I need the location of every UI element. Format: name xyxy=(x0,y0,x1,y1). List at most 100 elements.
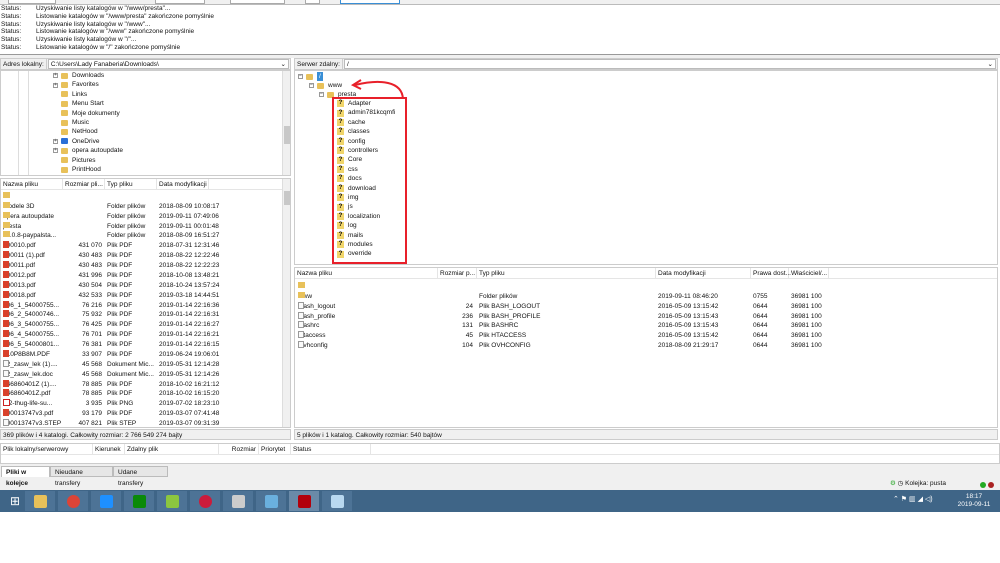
tree-node[interactable]: + OneDrive xyxy=(53,137,99,146)
tree-node[interactable]: ? classes xyxy=(337,127,370,136)
tree-node[interactable]: ? download xyxy=(337,184,376,193)
tab-queue-2[interactable]: Udane transfery xyxy=(113,466,168,487)
column-header[interactable]: Rozmiar pli... xyxy=(63,179,105,190)
column-header[interactable]: Prawa dost... xyxy=(751,268,791,279)
taskbar-coreldraw[interactable] xyxy=(157,491,187,511)
column-header[interactable]: Zdalny plik xyxy=(125,444,219,455)
taskbar-file-explorer[interactable] xyxy=(25,491,55,511)
toolbar-button[interactable] xyxy=(305,0,320,4)
column-header[interactable]: Typ pliku xyxy=(477,268,656,279)
scrollbar[interactable] xyxy=(282,71,290,175)
file-row[interactable]: 010P8B8M.PDF 33 907 Plik PDF 2019-06-24 19:… xyxy=(1,349,282,360)
transfer-queue[interactable]: Plik lokalny/serwerowy Kierunek Zdalny pli… xyxy=(0,443,1000,464)
local-tree[interactable]: + Downloads + Favorites Links Menu Start Moje … xyxy=(0,70,291,176)
expand-icon[interactable] xyxy=(53,120,58,125)
column-header[interactable]: Data modyfikacji xyxy=(157,179,209,190)
taskbar-archive[interactable] xyxy=(223,491,253,511)
file-row[interactable]: presta Folder plików 2019-09-11 00:01:48 xyxy=(1,221,282,232)
file-row[interactable]: .. xyxy=(295,282,997,292)
tree-node[interactable]: ? Core xyxy=(337,155,362,164)
file-row[interactable]: .bash_logout 24 Plik BASH_LOGOUT 2016-05-09… xyxy=(295,301,997,312)
file-row[interactable]: 006_1_54000755... 76 216 Plik PDF 2019-01-1… xyxy=(1,300,282,311)
file-row[interactable]: 006_4_54000755... 76 701 Plik PDF 2019-01-1… xyxy=(1,330,282,340)
file-row[interactable]: 000013.pdf 430 504 Plik PDF 2018-10-24 13:5… xyxy=(1,280,282,291)
file-row[interactable]: .bash_profile 236 Plik BASH_PROFILE 2016-05… xyxy=(295,311,997,322)
remote-file-list[interactable]: Nazwa pliku Rozmiar p... Typ pliku Data mod… xyxy=(294,267,998,428)
remote-tree[interactable]: − / − www − presta ? Adapter? admin781kcqmfi?… xyxy=(294,70,998,265)
file-row[interactable]: opera autoupdate Folder plików 2019-09-11 … xyxy=(1,211,282,222)
toolbar-button[interactable] xyxy=(155,0,205,4)
tree-node[interactable]: ? docs xyxy=(337,174,362,183)
tree-node[interactable]: Moje dokumenty xyxy=(53,109,120,118)
file-row[interactable]: 046860401Z.pdf 78 885 Plik PDF 2018-10-02 1… xyxy=(1,389,282,399)
file-row[interactable]: .bashrc 131 Plik BASHRC 2016-05-09 13:15:43… xyxy=(295,321,997,331)
file-row[interactable]: Modele 3D Folder plików 2018-08-09 10:08:1… xyxy=(1,201,282,212)
tree-node[interactable]: ? Adapter xyxy=(337,99,371,108)
tree-node[interactable]: Links xyxy=(53,90,87,99)
scrollbar[interactable] xyxy=(282,179,290,427)
file-row[interactable]: 006_5_54000801... 76 381 Plik PDF 2019-01-1… xyxy=(1,340,282,350)
tray-icons[interactable]: ⌃ ⚑ ▥ ◢ ◁) xyxy=(893,495,933,503)
expand-icon[interactable]: + xyxy=(53,138,58,144)
tree-node-www[interactable]: − www xyxy=(309,81,342,90)
expand-icon[interactable] xyxy=(53,130,58,135)
tree-node[interactable]: + Downloads xyxy=(53,71,104,80)
toolbar-button[interactable] xyxy=(8,0,56,4)
message-log[interactable]: Status: Uzyskiwanie listy katalogów w "/w… xyxy=(0,5,1000,55)
expand-icon[interactable] xyxy=(53,167,58,172)
tree-node[interactable]: ? css xyxy=(337,165,358,174)
file-row[interactable]: 000010.pdf 431 070 Plik PDF 2018-07-31 12:3… xyxy=(1,241,282,251)
file-row[interactable]: v2.0.8-paypalsta... Folder plików 2018-08-… xyxy=(1,231,282,241)
tree-node[interactable]: ? modules xyxy=(337,240,373,249)
tree-node[interactable]: + opera autoupdate xyxy=(53,146,123,155)
expand-icon[interactable] xyxy=(53,158,58,163)
file-row[interactable]: 000018.pdf 432 533 Plik PDF 2019-03-18 14:4… xyxy=(1,290,282,301)
chevron-down-icon[interactable]: ⌄ xyxy=(281,60,286,70)
connect-button[interactable] xyxy=(340,0,400,4)
expand-icon[interactable]: + xyxy=(53,82,58,88)
column-header[interactable]: Status xyxy=(291,444,371,455)
expand-icon[interactable]: + xyxy=(53,73,58,79)
tree-node[interactable]: Menu Start xyxy=(53,99,104,108)
file-row[interactable]: www Folder plików 2019-09-11 08:46:20 0755 3… xyxy=(295,291,997,302)
tree-node[interactable]: PrintHood xyxy=(53,165,101,174)
file-row[interactable]: 02_zasw_lek (1).... 45 568 Dokument Mic...… xyxy=(1,359,282,370)
file-row[interactable]: .htaccess 45 Plik HTACCESS 2016-05-09 13:15… xyxy=(295,331,997,341)
local-address-input[interactable]: C:\Users\Lady Fanaberia\Downloads\ ⌄ xyxy=(47,59,289,70)
tree-node[interactable]: ? cache xyxy=(337,118,365,127)
file-row[interactable]: 006_2_54000746... 75 932 Plik PDF 2019-01-1… xyxy=(1,310,282,320)
expand-icon[interactable] xyxy=(53,111,58,116)
tree-node[interactable]: Pictures xyxy=(53,156,95,165)
tree-node[interactable]: + Favorites xyxy=(53,80,99,89)
tree-node[interactable]: ? img xyxy=(337,193,358,202)
remote-address-input[interactable]: / ⌄ xyxy=(344,59,996,69)
column-header[interactable]: Właściciel/... xyxy=(789,268,829,279)
column-header[interactable]: Kierunek xyxy=(93,444,125,455)
taskbar-notepad[interactable] xyxy=(322,491,352,511)
file-row[interactable]: 100013747v3.STEP 407 821 Plik STEP 2019-03-… xyxy=(1,419,282,429)
expand-icon[interactable] xyxy=(53,101,58,106)
file-row[interactable]: 000011 (1).pdf 430 483 Plik PDF 2018-08-22 … xyxy=(1,251,282,261)
column-header[interactable]: Plik lokalny/serwerowy xyxy=(1,444,93,455)
file-row[interactable]: 000011.pdf 430 483 Plik PDF 2018-08-22 12:2… xyxy=(1,261,282,271)
column-header[interactable]: Rozmiar p... xyxy=(438,268,477,279)
taskbar-internet-explorer[interactable] xyxy=(91,491,121,511)
column-header[interactable]: Typ pliku xyxy=(105,179,157,190)
file-row[interactable]: 1-2-thug-life-su... 3 935 Plik PNG 2019-07-… xyxy=(1,399,282,409)
tree-node[interactable]: ? controllers xyxy=(337,146,378,155)
file-row[interactable]: 100013747v3.pdf 93 179 Plik PDF 2019-03-07 … xyxy=(1,409,282,419)
file-row[interactable]: 02_zasw_lek.doc 45 568 Dokument Mic... 2019… xyxy=(1,369,282,380)
clock[interactable]: 18:17 2019-09-11 xyxy=(950,493,998,509)
file-row[interactable]: 006_3_54000755... 76 425 Plik PDF 2019-01-1… xyxy=(1,320,282,330)
expand-icon[interactable]: + xyxy=(53,148,58,154)
taskbar-photos[interactable] xyxy=(256,491,286,511)
tree-node[interactable]: ? localization xyxy=(337,212,380,221)
taskbar-filezilla[interactable] xyxy=(289,491,319,511)
tab-queue-1[interactable]: Nieudane transfery xyxy=(50,466,113,487)
expand-icon[interactable] xyxy=(53,92,58,97)
tree-node[interactable]: ? mails xyxy=(337,231,363,240)
tree-node[interactable]: ? override xyxy=(337,249,371,258)
local-file-list[interactable]: Nazwa pliku Rozmiar pli... Typ pliku Data m… xyxy=(0,178,291,428)
tab-queue-0[interactable]: Pliki w kolejce xyxy=(1,466,50,487)
column-header[interactable]: Nazwa pliku xyxy=(1,179,63,190)
